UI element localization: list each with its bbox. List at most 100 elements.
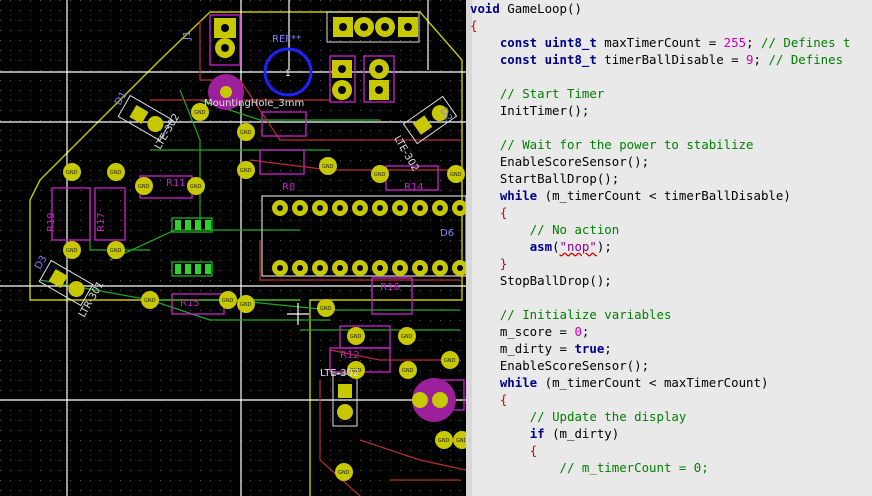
reference-label: D6	[440, 228, 454, 239]
pad-net-label: GND	[322, 164, 334, 170]
hole-pin-number: 1	[285, 69, 291, 79]
code-editor[interactable]: void GameLoop(){ const uint8_t maxTimerC…	[466, 0, 872, 496]
code-line[interactable]: m_dirty = true;	[470, 340, 612, 357]
code-token: // Start Timer	[499, 86, 605, 101]
reference-label: R8	[282, 182, 295, 193]
code-token: const	[499, 35, 538, 50]
code-token: // Initialize variables	[499, 307, 672, 322]
code-line[interactable]: // Start Timer	[470, 85, 604, 102]
header-pad-hole	[277, 205, 283, 211]
code-token: {	[499, 392, 508, 407]
pad-net-label: GND	[401, 334, 413, 340]
code-line[interactable]: StopBallDrop();	[470, 272, 612, 289]
code-line[interactable]: }	[470, 255, 507, 272]
reference-label: R15	[180, 298, 200, 309]
code-token: );	[596, 239, 612, 254]
code-token: (m_timerCount < timerBallDisable)	[537, 188, 791, 203]
pad-net-label: GND	[194, 110, 206, 116]
code-token: ;	[746, 35, 761, 50]
code-line[interactable]: // Initialize variables	[470, 306, 672, 323]
code-line[interactable]: void GameLoop()	[470, 0, 582, 17]
pad-net-label: GND	[338, 470, 350, 476]
code-token: StartBallDrop();	[470, 171, 620, 186]
code-token: {	[529, 443, 538, 458]
code-line[interactable]: asm("nop");	[470, 238, 612, 255]
code-token: // Defines	[768, 52, 844, 67]
code-token: timerBallDisable =	[596, 52, 747, 67]
header-pad-hole	[457, 265, 463, 271]
code-token: const	[499, 52, 538, 67]
code-token: {	[470, 18, 478, 33]
pad-net-label: GND	[444, 358, 456, 364]
pcb-layout-canvas[interactable]: 1 GND GND GND GND GND GND GND GND GND GN…	[0, 0, 466, 496]
code-line[interactable]: m_score = 0;	[470, 323, 590, 340]
code-line[interactable]: // No action	[470, 221, 620, 238]
code-token: uint8_t	[544, 35, 597, 50]
code-token: InitTimer();	[470, 103, 590, 118]
header-pad-hole	[297, 205, 303, 211]
code-line[interactable]: {	[470, 17, 477, 34]
code-token: (m_dirty)	[544, 426, 620, 441]
code-token: // No action	[529, 222, 620, 237]
code-token: ;	[604, 341, 612, 356]
code-token: // Defines t	[760, 35, 851, 50]
pad-net-label: GND	[240, 130, 252, 136]
code-token: m_score =	[470, 324, 575, 339]
code-token: }	[499, 256, 508, 271]
code-line[interactable]: // m_timerCount = 0;	[470, 459, 709, 476]
pad-net-label: GND	[110, 248, 122, 254]
code-token: (	[552, 239, 560, 254]
pad-net-label: GND	[110, 170, 122, 176]
reference-label: R14	[404, 182, 424, 193]
code-token: while	[499, 188, 538, 203]
code-token: 255	[723, 35, 747, 50]
header-pad-hole	[397, 205, 403, 211]
code-line[interactable]: while (m_timerCount < maxTimerCount)	[470, 374, 769, 391]
code-token: if	[529, 426, 545, 441]
code-token: (m_timerCount < maxTimerCount)	[537, 375, 769, 390]
code-line[interactable]: EnableScoreSensor();	[470, 153, 649, 170]
code-line[interactable]: const uint8_t timerBallDisable = 9; // D…	[470, 51, 843, 68]
header-pad-hole	[457, 205, 463, 211]
header-pad-hole	[417, 265, 423, 271]
code-line[interactable]: StartBallDrop();	[470, 170, 619, 187]
pcb-drawing[interactable]: 1 GND GND GND GND GND GND GND GND GNDGNDGNDG…	[0, 0, 466, 496]
code-token: void	[470, 1, 500, 16]
code-line[interactable]: InitTimer();	[470, 102, 590, 119]
reference-label: R17	[96, 212, 107, 232]
code-token: // Wait for the power to stabilize	[499, 137, 754, 152]
pad-net-label: GND	[240, 302, 252, 308]
code-line[interactable]: const uint8_t maxTimerCount = 255; // De…	[470, 34, 851, 51]
code-token: {	[499, 205, 508, 220]
code-line[interactable]: EnableScoreSensor();	[470, 357, 649, 374]
pad-net-label: GND	[66, 248, 78, 254]
code-line[interactable]: {	[470, 391, 507, 408]
code-line[interactable]: // Update the display	[470, 408, 687, 425]
pad-net-label: GND	[222, 298, 234, 304]
header-pad-hole	[337, 265, 343, 271]
code-line[interactable]: {	[470, 204, 507, 221]
code-token: uint8_t	[544, 52, 597, 67]
pad-net-label: GND	[66, 170, 78, 176]
reference-label: R12	[340, 350, 360, 361]
pad-net-label: GND	[240, 168, 252, 174]
header-pad-hole	[337, 205, 343, 211]
code-line[interactable]: // Wait for the power to stabilize	[470, 136, 754, 153]
header-pad-hole	[417, 205, 423, 211]
code-token: true	[574, 341, 605, 356]
code-line[interactable]: if (m_dirty)	[470, 425, 620, 442]
code-line[interactable]: {	[470, 442, 537, 459]
code-line[interactable]: while (m_timerCount < timerBallDisable)	[470, 187, 791, 204]
header-pad-hole	[317, 265, 323, 271]
